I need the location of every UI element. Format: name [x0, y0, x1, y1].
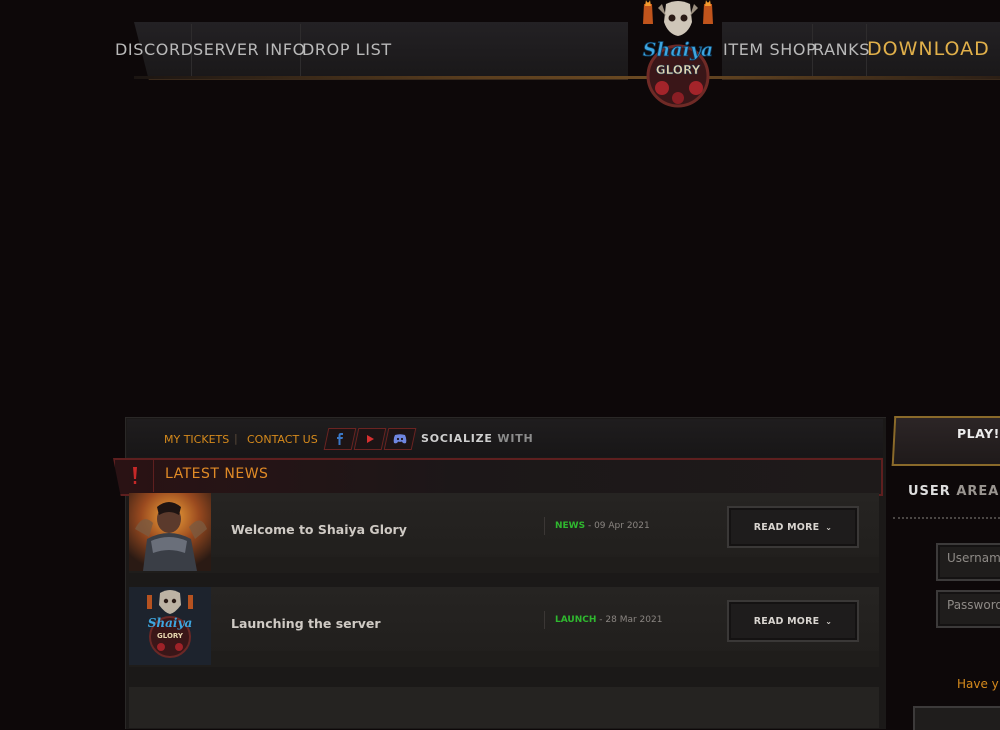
sub-divider: |	[234, 432, 238, 445]
password-field-wrapper	[936, 590, 1000, 628]
news-meta: LAUNCH - 28 Mar 2021	[544, 611, 662, 629]
svg-text:GLORY: GLORY	[656, 63, 701, 77]
contact-us-link[interactable]: CONTACT US	[247, 433, 318, 446]
logo-emblem-icon: Shaiya GLORY	[642, 0, 714, 108]
my-tickets-link[interactable]: MY TICKETS	[164, 433, 229, 446]
chevron-down-icon: ⌄	[825, 522, 833, 532]
have-account-link[interactable]: Have y	[957, 677, 999, 691]
news-thumbnail-warrior[interactable]	[129, 493, 211, 571]
news-headline[interactable]: Launching the server	[231, 616, 381, 631]
facebook-button[interactable]	[323, 428, 357, 450]
nav-glow-line	[134, 76, 1000, 79]
news-headline[interactable]: Welcome to Shaiya Glory	[231, 522, 407, 537]
nav-link-download[interactable]: DOWNLOAD	[867, 38, 990, 60]
dotted-divider	[893, 517, 1000, 519]
nav-link-discord[interactable]: DISCORD	[115, 40, 194, 59]
site-logo[interactable]: Shaiya GLORY	[622, 0, 734, 118]
nav-link-ranks[interactable]: RANKS	[813, 40, 870, 59]
nav-link-item-shop[interactable]: ITEM SHOP	[723, 40, 816, 59]
password-input[interactable]	[947, 598, 1000, 612]
youtube-button[interactable]	[353, 428, 387, 450]
login-button[interactable]	[913, 706, 1000, 730]
play-label[interactable]: PLAY!	[957, 426, 1000, 441]
read-more-button[interactable]: READ MORE ⌄	[727, 600, 859, 642]
username-input[interactable]	[947, 551, 1000, 565]
news-alert-box	[117, 460, 154, 492]
user-area-title: USER AREA	[908, 484, 1000, 499]
news-row-footer	[129, 651, 879, 667]
svg-text:Shaiya: Shaiya	[643, 39, 713, 61]
svg-text:GLORY: GLORY	[157, 632, 184, 640]
news-row-empty	[129, 687, 879, 728]
news-thumbnail-logo[interactable]: Shaiya GLORY	[129, 587, 211, 665]
news-category-tag: LAUNCH	[555, 615, 597, 625]
latest-news-title: LATEST NEWS	[165, 466, 269, 482]
play-button[interactable]	[891, 416, 1000, 466]
read-more-label: READ MORE	[753, 615, 820, 627]
nav-link-drop-list[interactable]: DROP LIST	[302, 40, 392, 59]
news-date: - 28 Mar 2021	[599, 615, 663, 625]
socialize-label: SOCIALIZE WITH	[421, 432, 534, 445]
read-more-button[interactable]: READ MORE ⌄	[727, 506, 859, 548]
username-field-wrapper	[936, 543, 1000, 581]
read-more-label: READ MORE	[753, 521, 820, 533]
discord-icon	[393, 434, 407, 444]
svg-text:Shaiya: Shaiya	[148, 616, 192, 630]
news-row: Shaiya GLORY Launching the server LAUNCH…	[129, 587, 879, 667]
exclamation-icon	[133, 467, 137, 484]
news-row-footer	[129, 557, 879, 573]
news-row: Welcome to Shaiya Glory NEWS - 09 Apr 20…	[129, 493, 879, 573]
news-category-tag: NEWS	[555, 521, 586, 531]
discord-button[interactable]	[383, 428, 417, 450]
news-date: - 09 Apr 2021	[587, 521, 650, 531]
chevron-down-icon: ⌄	[825, 616, 833, 626]
youtube-icon	[367, 435, 374, 443]
news-meta: NEWS - 09 Apr 2021	[544, 517, 650, 535]
nav-link-server-info[interactable]: SERVER INFO	[193, 40, 306, 59]
facebook-icon	[337, 433, 343, 445]
